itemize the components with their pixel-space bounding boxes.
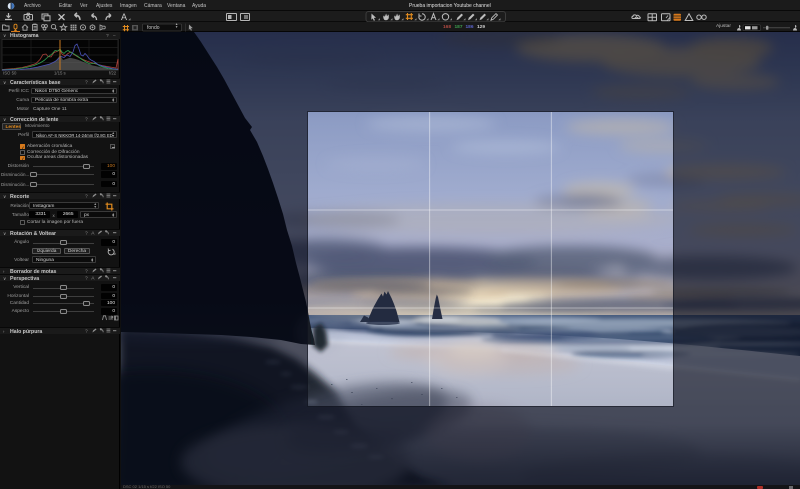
svg-text:ISO 50: ISO 50: [3, 71, 17, 76]
svg-text:f/22: f/22: [109, 71, 117, 76]
svg-text:A: A: [121, 12, 127, 22]
svg-text:1/15 s: 1/15 s: [54, 71, 66, 76]
